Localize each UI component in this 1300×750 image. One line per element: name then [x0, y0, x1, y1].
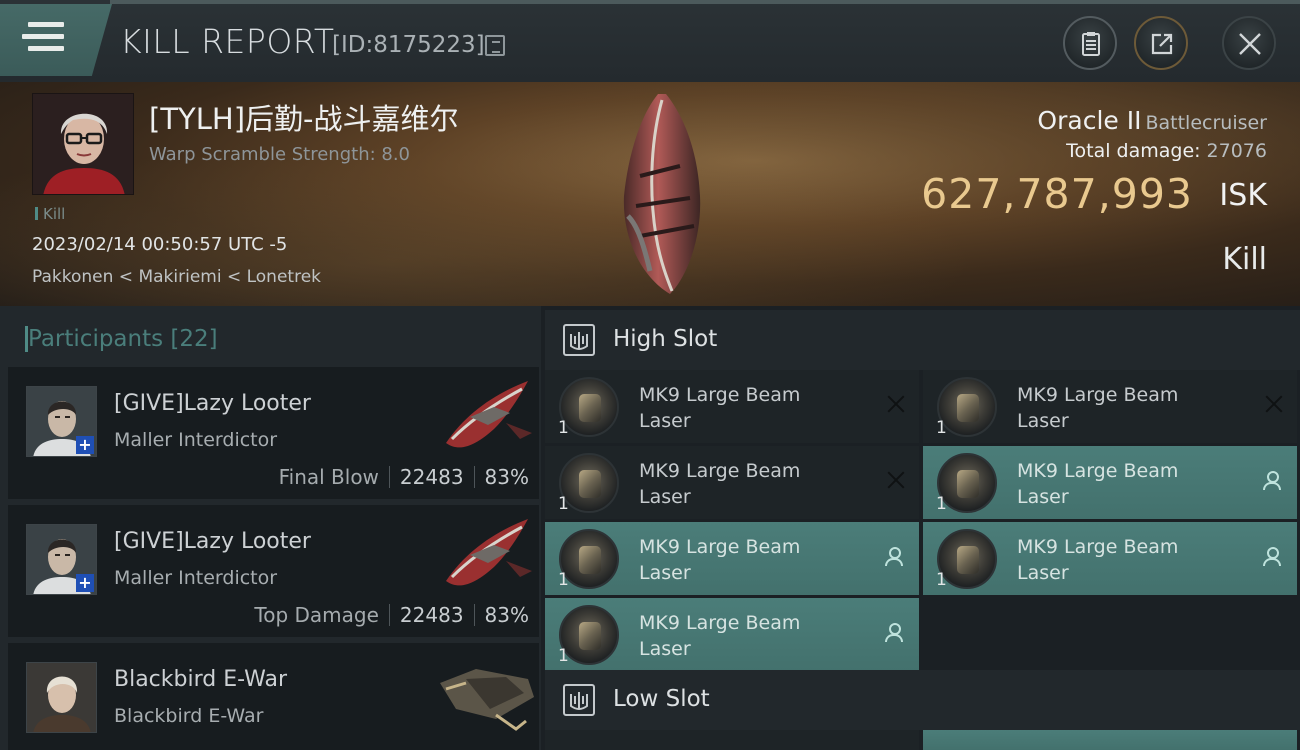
dropped-person-icon — [883, 547, 903, 567]
participant-damage: 22483 — [399, 603, 464, 627]
participant-name: Blackbird E-War — [114, 667, 288, 692]
maller-ship-image — [446, 519, 532, 586]
participant-name: [GIVE]Lazy Looter — [114, 391, 311, 416]
low-slot-icon — [563, 684, 595, 716]
kill-result: Kill — [1222, 242, 1267, 277]
high-slot-header: High Slot — [545, 310, 1300, 370]
isk-unit: ISK — [1219, 178, 1267, 213]
total-damage-label: Total damage: — [1066, 140, 1201, 162]
participants-heading: Participants [22] — [25, 326, 218, 352]
victim-ship[interactable]: Oracle II Battlecruiser — [1037, 106, 1267, 135]
module-quantity: 1 — [936, 570, 947, 590]
participant-tag: Final Blow — [278, 465, 379, 489]
module-item[interactable]: 1 MK9 Large Beam Laser — [923, 370, 1297, 443]
module-item[interactable]: 1 MK9 Large Beam Laser — [545, 370, 919, 443]
low-slot-title: Low Slot — [613, 686, 710, 712]
isk-value: 627,787,993 — [921, 170, 1193, 218]
participant-stats: Top Damage 22483 83% — [254, 603, 529, 627]
participant-damage: 22483 — [399, 465, 464, 489]
kill-location[interactable]: Pakkonen < Makiriemi < Lonetrek — [32, 267, 321, 287]
module-quantity: 1 — [558, 418, 569, 438]
low-slot-header: Low Slot — [545, 670, 1300, 730]
total-damage-value: 27076 — [1206, 140, 1267, 162]
participant-portrait — [26, 662, 97, 733]
kill-id: [ID:8175223] — [332, 32, 485, 58]
share-icon — [1151, 33, 1173, 55]
module-item[interactable]: 1 MK9 Large Beam Laser — [545, 522, 919, 595]
module-item[interactable]: 1 MK9 Large Beam Laser — [545, 598, 919, 671]
page-title: KILL REPORT — [120, 22, 335, 61]
add-contact-icon: + — [76, 574, 94, 592]
module-item[interactable]: 1 MK9 Large Beam Laser — [545, 446, 919, 519]
module-name: MK9 Large Beam Laser — [1017, 460, 1179, 508]
module-name: MK9 Large Beam Laser — [639, 536, 801, 584]
victim-name[interactable]: [TYLH]后勤-战斗嘉维尔 — [149, 96, 459, 138]
copy-icon[interactable] — [485, 35, 505, 56]
kill-timestamp: 2023/02/14 00:50:57 UTC -5 — [32, 234, 288, 255]
participant-card[interactable]: + [GIVE]Lazy Looter Maller Interdictor F… — [8, 367, 539, 499]
participant-ship: Maller Interdictor — [114, 567, 278, 589]
high-slot-title: High Slot — [613, 326, 718, 352]
maller-ship-image — [446, 381, 532, 448]
participants-panel: Participants [22] + [GIVE]Lazy Looter Ma… — [0, 306, 541, 750]
dropped-person-icon — [1261, 547, 1281, 567]
module-quantity: 1 — [558, 646, 569, 666]
participant-portrait: + — [26, 524, 97, 595]
participant-portrait: + — [26, 386, 97, 457]
participant-ship: Blackbird E-War — [114, 705, 264, 727]
participant-stats: Final Blow 22483 83% — [279, 465, 529, 489]
close-button[interactable] — [1222, 16, 1276, 70]
kill-tag: Kill — [35, 205, 65, 223]
destroyed-icon — [887, 471, 905, 489]
participant-tag: Top Damage — [254, 603, 379, 627]
kill-summary-panel: [TYLH]后勤-战斗嘉维尔 Warp Scramble Strength: 8… — [0, 82, 1300, 306]
participant-ship: Maller Interdictor — [114, 429, 278, 451]
module-quantity: 1 — [558, 494, 569, 514]
module-quantity: 1 — [558, 570, 569, 590]
participant-name: [GIVE]Lazy Looter — [114, 529, 311, 554]
module-name: MK9 Large Beam Laser — [1017, 536, 1179, 584]
destroyed-icon — [1265, 395, 1283, 413]
destroyed-icon — [887, 395, 905, 413]
total-damage: Total damage: 27076 — [1066, 140, 1267, 162]
add-contact-icon: + — [76, 436, 94, 454]
header-accent-line — [110, 0, 1300, 4]
blackbird-ship-image — [440, 669, 534, 731]
module-item-partial[interactable] — [545, 730, 919, 750]
share-button[interactable] — [1134, 16, 1188, 70]
dropped-person-icon — [883, 623, 903, 643]
close-icon — [1239, 33, 1261, 55]
module-item[interactable]: 1 MK9 Large Beam Laser — [923, 446, 1297, 519]
participant-card[interactable]: Blackbird E-War Blackbird E-War — [8, 643, 539, 750]
module-name: MK9 Large Beam Laser — [639, 612, 801, 660]
participant-percent: 83% — [484, 465, 529, 489]
high-slot-icon — [563, 324, 595, 356]
participants-label: Participants — [28, 326, 164, 352]
menu-icon[interactable] — [22, 22, 64, 56]
module-name: MK9 Large Beam Laser — [1017, 384, 1179, 432]
module-item[interactable]: 1 MK9 Large Beam Laser — [923, 522, 1297, 595]
module-item-partial[interactable] — [923, 730, 1297, 750]
warp-scramble-strength: Warp Scramble Strength: 8.0 — [149, 144, 411, 165]
participants-count: [22] — [170, 326, 218, 352]
header-bar: KILL REPORT [ID:8175223] — [0, 0, 1300, 82]
module-quantity: 1 — [936, 418, 947, 438]
module-quantity: 1 — [936, 494, 947, 514]
ship-name: Oracle II — [1037, 106, 1142, 135]
module-name: MK9 Large Beam Laser — [639, 384, 801, 432]
participant-card[interactable]: + [GIVE]Lazy Looter Maller Interdictor T… — [8, 505, 539, 637]
module-name: MK9 Large Beam Laser — [639, 460, 801, 508]
clipboard-icon — [1082, 32, 1100, 56]
victim-portrait[interactable] — [32, 93, 134, 195]
ship-class: Battlecruiser — [1145, 112, 1267, 134]
participant-percent: 83% — [484, 603, 529, 627]
dropped-person-icon — [1261, 471, 1281, 491]
oracle-ship-image — [623, 94, 701, 294]
report-button[interactable] — [1063, 16, 1117, 70]
